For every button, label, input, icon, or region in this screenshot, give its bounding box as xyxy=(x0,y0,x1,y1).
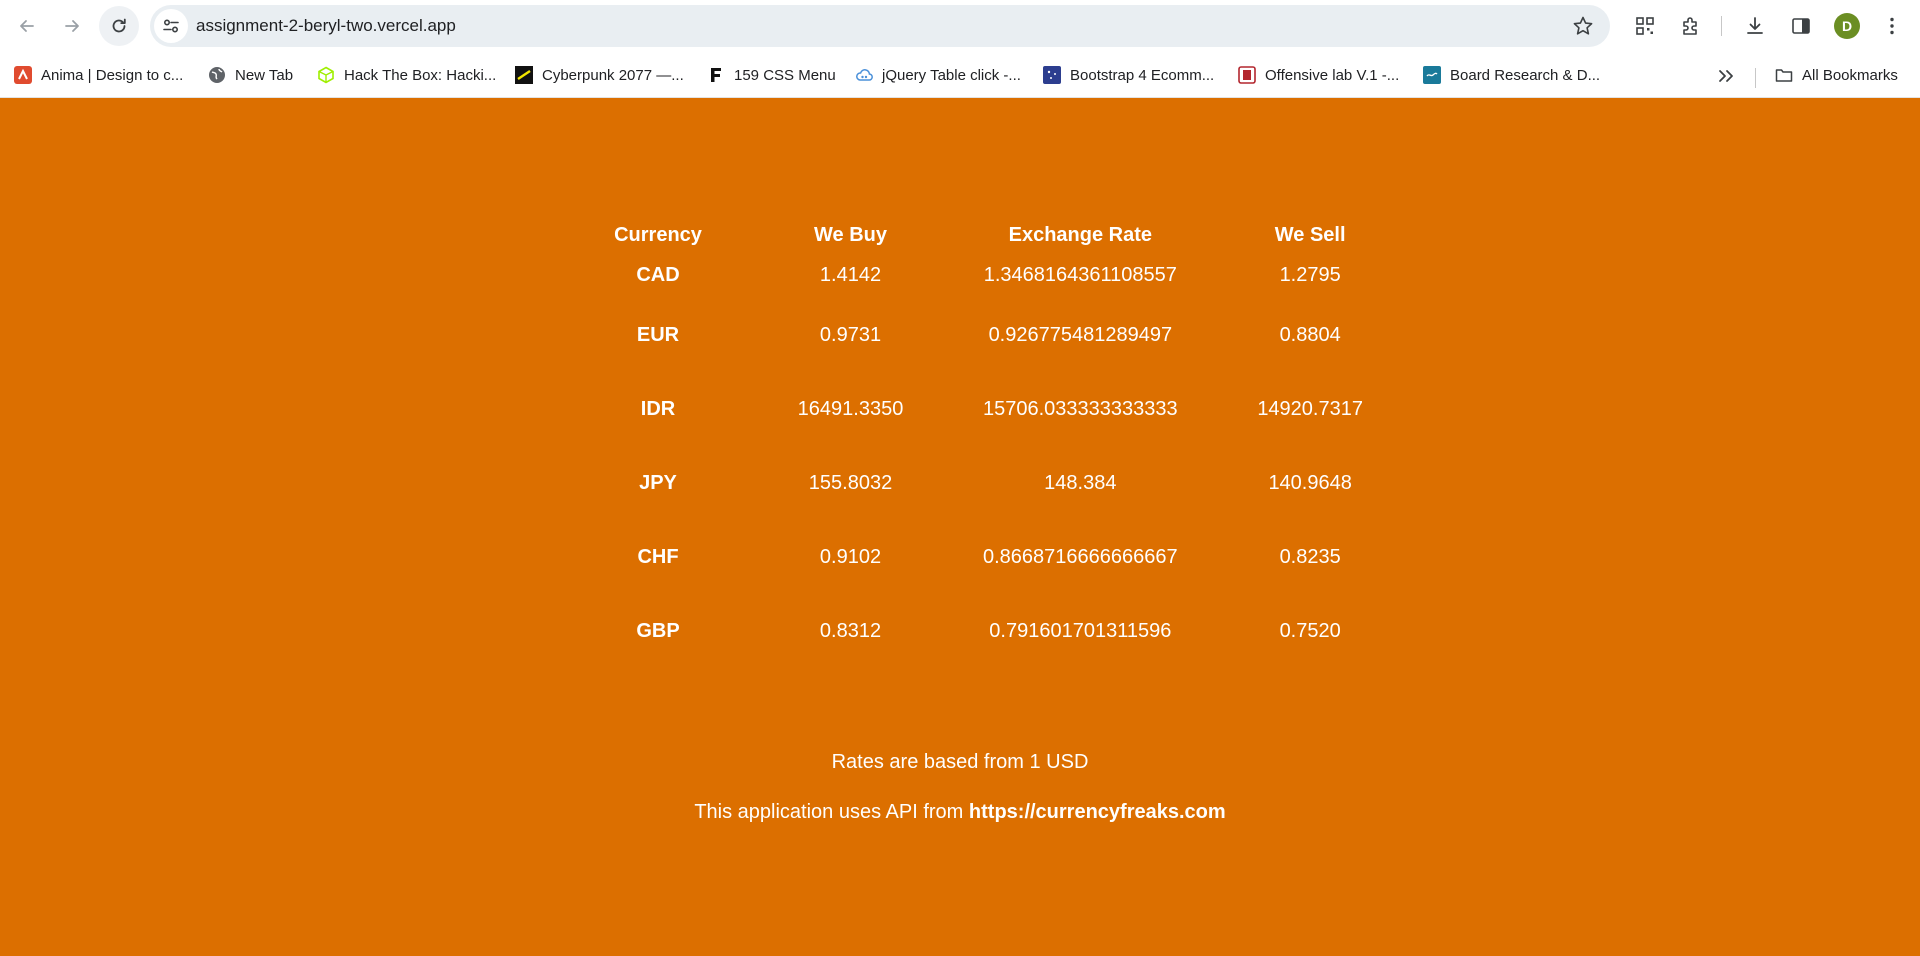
bookmark-board-research[interactable]: Board Research & D... xyxy=(1423,62,1600,88)
we-buy-value: 1.4142 xyxy=(819,264,882,286)
arrow-left-icon xyxy=(20,20,34,32)
bootstrap-icon xyxy=(1043,66,1061,84)
table-row: JPY 155.8032 148.384 140.9648 xyxy=(598,446,1443,520)
site-info-button[interactable] xyxy=(154,9,188,43)
exchange-rate-value: 0.926775481289497 xyxy=(988,323,1173,346)
currency-code: EUR xyxy=(636,323,680,346)
currency-code: CAD xyxy=(636,264,680,286)
bookmark-new-tab[interactable]: New Tab xyxy=(208,62,293,88)
api-credit-note: This application uses API from https://c… xyxy=(0,801,1920,824)
bookmark-cyberpunk[interactable]: Cyberpunk 2077 —... xyxy=(515,62,684,88)
table-row: CAD 1.4142 1.3468164361108557 1.2795 xyxy=(598,260,1443,298)
page-content: Currency We Buy Exchange Rate We Sell CA… xyxy=(0,98,1920,956)
toolbar-divider xyxy=(1721,16,1722,36)
we-buy-value: 16491.3350 xyxy=(797,397,904,420)
folder-icon xyxy=(1775,66,1793,84)
api-link[interactable]: https://currencyfreaks.com xyxy=(969,801,1226,823)
exchange-rate-value: 15706.033333333333 xyxy=(983,397,1178,420)
header-we-sell: We Sell xyxy=(1274,223,1346,246)
globe-icon xyxy=(208,66,226,84)
header-exchange-rate: Exchange Rate xyxy=(1008,223,1153,246)
bookmark-offensive-lab[interactable]: Offensive lab V.1 -... xyxy=(1238,62,1399,88)
we-sell-value: 14920.7317 xyxy=(1257,397,1363,420)
reload-button[interactable] xyxy=(99,6,139,46)
exchange-rate-value: 148.384 xyxy=(1044,471,1117,494)
bookmark-hackthebox[interactable]: Hack The Box: Hacki... xyxy=(317,62,496,88)
extensions-button[interactable] xyxy=(1677,12,1705,40)
bookmark-star-icon[interactable] xyxy=(1572,15,1594,37)
offensive-lab-icon xyxy=(1238,66,1256,84)
table-row: IDR 16491.3350 15706.033333333333 14920.… xyxy=(598,372,1443,446)
cloud-icon xyxy=(855,66,873,84)
profile-avatar[interactable]: D xyxy=(1834,13,1860,39)
we-sell-value: 140.9648 xyxy=(1268,471,1352,494)
table-row: CHF 0.9102 0.8668716666666667 0.8235 xyxy=(598,520,1443,594)
downloads-button[interactable] xyxy=(1741,12,1769,40)
table-row: GBP 0.8312 0.791601701311596 0.7520 xyxy=(598,594,1443,668)
board-research-icon xyxy=(1423,66,1441,84)
bookmarks-bar: Anima | Design to c... New Tab Hack The … xyxy=(0,52,1920,98)
we-sell-value: 0.8235 xyxy=(1279,545,1341,568)
hackthebox-icon xyxy=(317,66,335,84)
we-sell-value: 0.7520 xyxy=(1279,619,1341,642)
more-vert-icon xyxy=(1890,17,1894,35)
we-buy-value: 155.8032 xyxy=(808,471,893,494)
bookmarks-divider xyxy=(1755,68,1756,88)
cyberpunk-icon xyxy=(515,66,533,84)
exchange-rate-value: 1.3468164361108557 xyxy=(983,264,1177,286)
api-credit-prefix: This application uses API from xyxy=(694,801,969,823)
header-we-buy: We Buy xyxy=(814,223,887,246)
browser-toolbar: assignment-2-beryl-two.vercel.app D xyxy=(0,0,1920,52)
we-buy-value: 0.9731 xyxy=(819,323,882,346)
download-icon xyxy=(1747,17,1763,34)
base-currency-note: Rates are based from 1 USD xyxy=(831,751,1089,773)
qr-code-button[interactable] xyxy=(1631,12,1659,40)
currency-code: IDR xyxy=(640,397,676,420)
qr-code-icon xyxy=(1636,17,1654,35)
bookmark-anima[interactable]: Anima | Design to c... xyxy=(14,62,183,88)
address-bar[interactable]: assignment-2-beryl-two.vercel.app xyxy=(150,5,1610,47)
table-row: EUR 0.9731 0.926775481289497 0.8804 xyxy=(598,298,1443,372)
arrow-right-icon xyxy=(65,20,79,32)
currency-table: Currency We Buy Exchange Rate We Sell CA… xyxy=(598,210,1443,668)
table-header-row: Currency We Buy Exchange Rate We Sell xyxy=(598,210,1443,260)
tune-icon xyxy=(163,19,179,33)
side-panel-icon xyxy=(1792,18,1810,34)
we-buy-value: 0.9102 xyxy=(819,545,882,568)
currency-code: CHF xyxy=(637,545,679,568)
chevron-double-right-icon[interactable] xyxy=(1714,65,1738,87)
reload-icon xyxy=(112,18,126,33)
side-panel-button[interactable] xyxy=(1787,12,1815,40)
bookmark-css-menu[interactable]: 159 CSS Menu xyxy=(707,62,836,88)
we-sell-value: 1.2795 xyxy=(1279,264,1341,286)
header-currency: Currency xyxy=(614,223,702,246)
puzzle-icon xyxy=(1683,17,1697,35)
url-text[interactable]: assignment-2-beryl-two.vercel.app xyxy=(196,5,456,47)
forward-button[interactable] xyxy=(54,8,90,44)
we-sell-value: 0.8804 xyxy=(1279,323,1341,346)
exchange-rate-value: 0.791601701311596 xyxy=(989,619,1172,642)
bookmark-jquery-table[interactable]: jQuery Table click -... xyxy=(855,62,1021,88)
f-logo-icon xyxy=(707,66,725,84)
currency-code: GBP xyxy=(636,619,680,642)
exchange-rate-value: 0.8668716666666667 xyxy=(983,545,1178,568)
currency-code: JPY xyxy=(639,471,677,494)
all-bookmarks-button[interactable]: All Bookmarks xyxy=(1775,62,1898,88)
back-button[interactable] xyxy=(9,8,45,44)
anima-icon xyxy=(14,66,32,84)
bookmark-bootstrap-ecommerce[interactable]: Bootstrap 4 Ecomm... xyxy=(1043,62,1214,88)
we-buy-value: 0.8312 xyxy=(819,619,882,642)
browser-menu-button[interactable] xyxy=(1878,12,1906,40)
